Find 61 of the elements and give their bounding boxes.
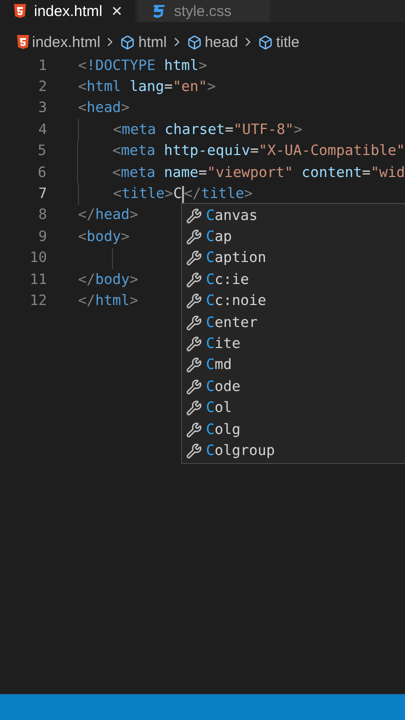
line-number: 6 [36,164,46,181]
line-number: 2 [37,79,47,96]
breadcrumb-item[interactable]: html [138,34,167,50]
line-number: 9 [37,228,47,245]
line-number: 7 [37,186,47,202]
code-line: <body> [78,228,130,247]
wrench-icon [186,229,202,246]
wrench-icon [186,336,202,352]
cube-icon [258,34,274,50]
suggestion-item[interactable]: Center [206,314,258,331]
suggestion-item[interactable]: Caption [206,250,266,266]
line-number: 3 [37,100,47,116]
breadcrumb-item[interactable]: index.html [32,34,100,50]
close-icon[interactable]: ✕ [111,3,123,19]
line-number: 11 [28,272,47,288]
editor-tab[interactable]: index.html ✕ [0,0,135,22]
cube-icon [120,34,136,50]
suggestion-item[interactable]: Cap [206,229,232,246]
suggestion-item[interactable]: Col [206,400,232,416]
code-line: </head> [78,206,138,226]
code-line: <meta charset="UTF-8"> [78,119,302,141]
suggestion-item[interactable]: Code [206,378,240,395]
code-line: </body> [78,270,138,290]
wrench-icon [186,272,202,288]
wrench-icon [186,442,202,459]
code-line: <html lang="en"> [78,78,216,98]
suggestion-item[interactable]: Cite [206,336,240,352]
breadcrumb-item[interactable]: head [204,34,238,50]
editor-tab[interactable]: style.css [138,0,270,22]
suggestion-item[interactable]: Colgroup [206,442,275,459]
code-line: <head> [78,99,130,118]
code-line: </html> [78,292,138,311]
line-number: 5 [36,143,46,160]
suggestion-item[interactable]: Cc:noie [206,293,266,310]
html-file-icon [17,35,29,49]
wrench-icon [186,357,202,374]
text-cursor [182,186,184,203]
wrench-icon [186,208,202,224]
line-number: 4 [37,122,47,138]
wrench-icon [186,250,202,266]
wrench-icon [186,314,202,331]
code-line: <meta http-equiv="X-UA-Compatible" [77,140,405,162]
code-line: <!DOCTYPE html> [78,56,208,76]
wrench-icon [186,293,202,310]
line-number: 10 [28,250,47,266]
line-number: 12 [28,292,47,309]
line-number: 1 [37,58,47,74]
suggestion-item[interactable]: Cmd [206,357,232,374]
wrench-icon [186,400,202,416]
cube-icon [186,34,202,50]
code-line: <meta name="viewport" content="wid [77,162,405,184]
wrench-icon [186,422,202,438]
suggestion-item[interactable]: Colg [206,422,240,438]
breadcrumb-item[interactable]: title [276,34,300,50]
wrench-icon [186,378,202,395]
line-number: 8 [37,207,47,224]
suggestion-item[interactable]: Canvas [206,208,258,224]
suggestion-item[interactable]: Cc:ie [206,272,250,288]
css-file-icon [152,4,166,18]
html-file-icon [14,4,26,18]
code-line: <title>C</title> [78,183,253,205]
